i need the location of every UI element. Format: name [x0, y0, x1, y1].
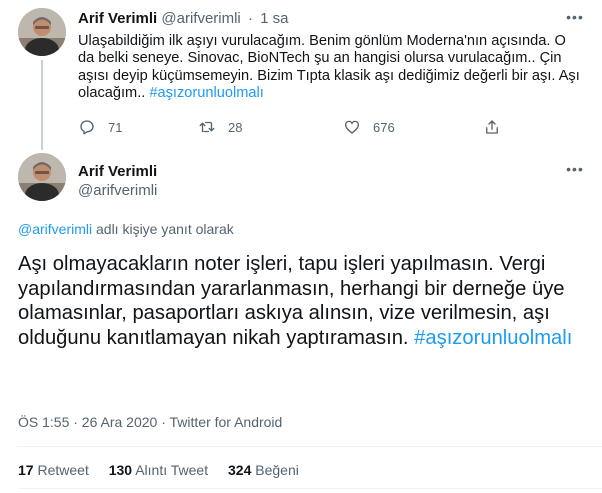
retweet-icon [199, 121, 215, 133]
avatar-photo [18, 8, 66, 56]
quote-stat-count: 130 [108, 462, 133, 478]
divider [18, 446, 602, 447]
author-handle[interactable]: @arifverimli [161, 10, 240, 27]
retweet-button[interactable]: 28 [198, 117, 242, 137]
share-icon [486, 120, 498, 134]
share-button[interactable] [483, 117, 513, 137]
more-dots-icon[interactable]: ••• [566, 8, 584, 26]
author-name[interactable]: Arif Verimli [78, 10, 157, 27]
retweet-stat[interactable]: 17 Retweet [18, 462, 89, 478]
heart-icon [344, 120, 360, 134]
hashtag-link[interactable]: #aşızorunluolmalı [414, 327, 572, 349]
avatar[interactable] [18, 153, 66, 201]
reply-count: 71 [108, 119, 123, 135]
reply-to-label: adlı kişiye yanıt olarak [92, 221, 234, 237]
tweet-header: Arif Verimli @arifverimli · 1 sa [78, 10, 288, 27]
retweet-stat-label: Retweet [37, 462, 89, 478]
author-handle[interactable]: @arifverimli [78, 182, 157, 199]
like-stat-label: Beğeni [255, 462, 299, 478]
engagement-stats: 17 Retweet 130 Alıntı Tweet 324 Beğeni [18, 462, 315, 478]
quote-stat-label: Alıntı Tweet [135, 462, 209, 478]
author-name[interactable]: Arif Verimli [78, 163, 157, 180]
like-button[interactable]: 676 [343, 117, 395, 137]
reply-button[interactable]: 71 [78, 117, 122, 137]
retweet-count: 28 [228, 119, 243, 135]
divider [18, 488, 602, 489]
reply-icon [80, 120, 94, 135]
tweet-text: Aşı olmayacakların noter işleri, tapu iş… [18, 252, 588, 350]
avatar[interactable] [18, 8, 66, 56]
replying-to: @arifverimli adlı kişiye yanıt olarak [18, 221, 234, 237]
tweet-actions: 71 28 676 [78, 117, 508, 137]
like-count: 676 [373, 119, 395, 135]
hashtag-link[interactable]: #aşızorunluolmalı [149, 85, 263, 101]
avatar-photo [18, 153, 66, 201]
tweet-metadata[interactable]: ÖS 1:55 · 26 Ara 2020 · Twitter for Andr… [18, 414, 282, 430]
like-stat-count: 324 [228, 462, 252, 478]
quote-stat[interactable]: 130 Alıntı Tweet [109, 462, 208, 478]
retweet-stat-count: 17 [18, 462, 34, 478]
separator: · [247, 10, 253, 27]
reply-to-handle-link[interactable]: @arifverimli [18, 221, 92, 237]
like-stat[interactable]: 324 Beğeni [228, 462, 299, 478]
tweet-time[interactable]: 1 sa [260, 10, 288, 27]
more-dots-icon[interactable]: ••• [566, 160, 584, 178]
tweet-text: Ulaşabildiğim ilk aşıyı vurulacağım. Ben… [78, 33, 583, 103]
thread-connector-line [41, 60, 43, 150]
